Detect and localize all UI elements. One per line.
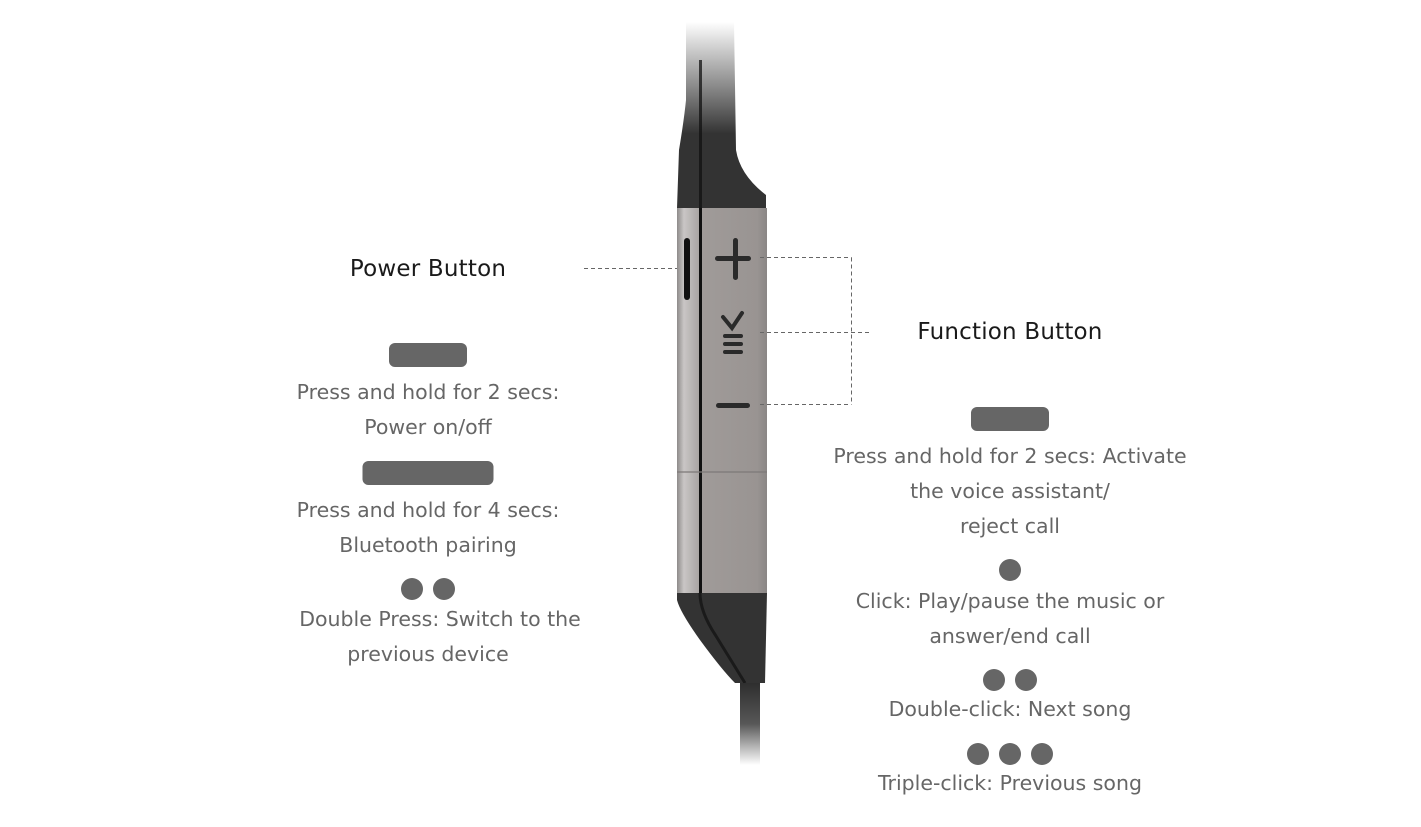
- click-dot: [967, 743, 989, 765]
- double-click-indicator: [983, 669, 1037, 691]
- action-line: Power on/off: [364, 415, 492, 439]
- function-action-triple-click: Triple-click: Previous song: [878, 766, 1142, 801]
- double-press-indicator: [401, 578, 455, 600]
- volume-down-glyph: [716, 403, 750, 408]
- action-line: reject call: [960, 514, 1060, 538]
- power-action-hold-4s: Press and hold for 4 secs: Bluetooth pai…: [297, 493, 560, 563]
- earphone-remote-illustration: [584, 22, 872, 765]
- power-button-groove: [684, 238, 690, 300]
- press-dot: [401, 578, 423, 600]
- action-line: answer/end call: [929, 624, 1091, 648]
- power-button-title: Power Button: [349, 256, 507, 282]
- top-seam: [699, 60, 702, 208]
- power-action-double-press: Double Press: Switch to the previous dev…: [299, 602, 581, 672]
- press-dot: [433, 578, 455, 600]
- function-action-double-click: Double-click: Next song: [889, 692, 1132, 727]
- function-action-click: Click: Play/pause the music or answer/en…: [856, 584, 1165, 654]
- click-dot: [983, 669, 1005, 691]
- action-line: Press and hold for 4 secs:: [296, 498, 560, 522]
- top-cable: [677, 22, 766, 208]
- action-line: Click: Play/pause the music or: [855, 589, 1165, 613]
- action-line: Press and hold for 2 secs:: [296, 380, 560, 404]
- action-line: the voice assistant/: [910, 479, 1110, 503]
- bottom-cable: [740, 683, 760, 765]
- long-hold-indicator: [362, 461, 494, 485]
- triple-click-indicator: [967, 743, 1053, 765]
- action-line: Triple-click: Previous song: [878, 771, 1142, 795]
- bottom-cap: [677, 593, 767, 683]
- action-line: previous device: [347, 642, 509, 666]
- action-line: Press and hold for 2 secs: Activate: [833, 444, 1187, 468]
- action-line: Bluetooth pairing: [339, 533, 517, 557]
- short-hold-indicator: [389, 343, 467, 367]
- click-dot: [1015, 669, 1037, 691]
- power-action-hold-2s: Press and hold for 2 secs: Power on/off: [297, 375, 560, 445]
- click-dot: [999, 559, 1021, 581]
- function-button-title: Function Button: [917, 319, 1103, 345]
- short-hold-indicator: [971, 407, 1049, 431]
- function-action-hold-2s: Press and hold for 2 secs: Activate the …: [833, 439, 1186, 544]
- single-click-indicator: [999, 559, 1021, 581]
- action-line: Double Press: Switch to the: [299, 607, 581, 631]
- click-dot: [1031, 743, 1053, 765]
- click-dot: [999, 743, 1021, 765]
- action-line: Double-click: Next song: [888, 697, 1132, 721]
- remote-seam: [699, 208, 702, 593]
